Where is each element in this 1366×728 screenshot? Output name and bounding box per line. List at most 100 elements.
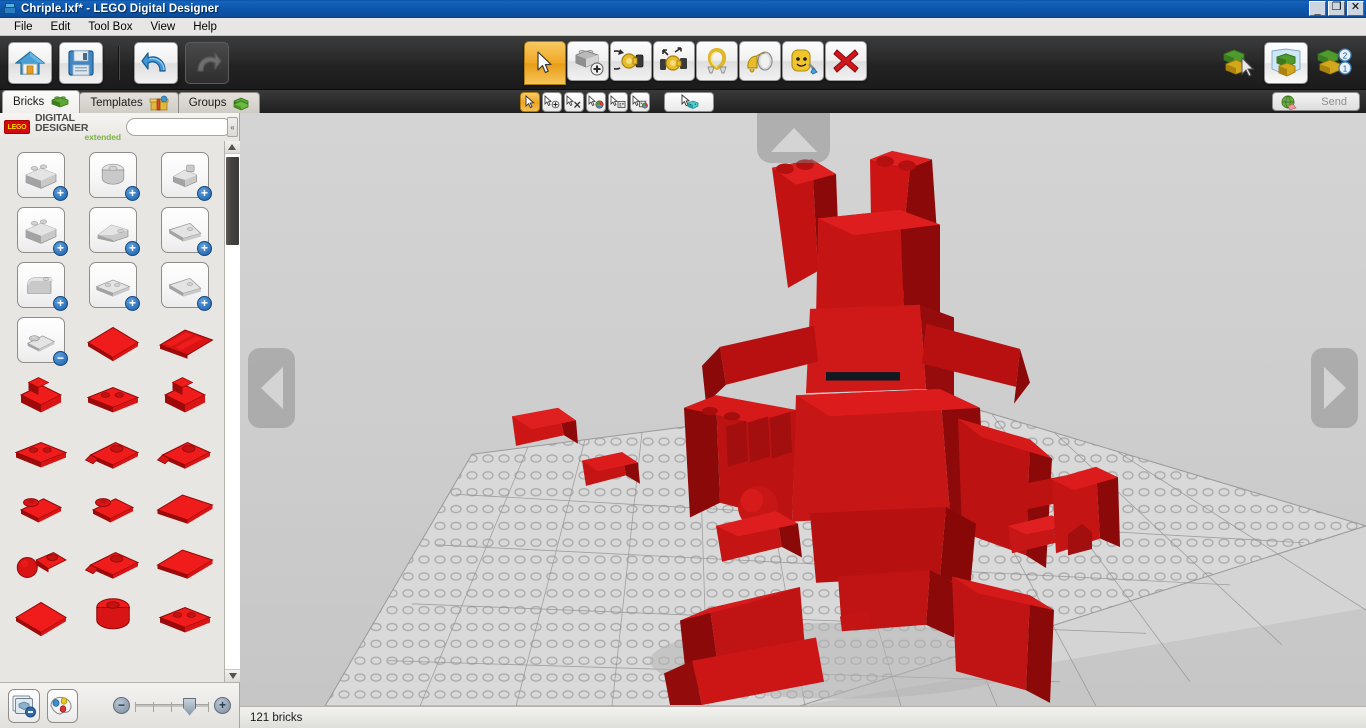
- tab-bricks[interactable]: Bricks: [2, 90, 81, 113]
- badge-label: −: [56, 350, 64, 365]
- add-badge[interactable]: +: [125, 186, 140, 201]
- triangle-left-icon: [260, 367, 283, 409]
- brick-category-hinge-open[interactable]: −: [6, 314, 76, 366]
- zoom-slider-track[interactable]: [135, 697, 209, 716]
- brick-red-clip-plate[interactable]: [78, 424, 148, 476]
- home-button[interactable]: [8, 41, 52, 84]
- clone-tool[interactable]: [567, 40, 609, 81]
- red-ball-joint: [16, 552, 67, 578]
- save-button[interactable]: [59, 41, 103, 84]
- collapse-panel-button[interactable]: «: [227, 117, 238, 137]
- select-same-color-tool[interactable]: [586, 92, 606, 112]
- rotate-left-button[interactable]: [248, 348, 295, 428]
- search-input[interactable]: [126, 118, 232, 136]
- brick-sidebar: LEGO DIGITAL DESIGNER extended « + + + +…: [0, 113, 240, 728]
- close-button[interactable]: ✕: [1347, 1, 1364, 16]
- select-single-tool[interactable]: [520, 92, 540, 112]
- paint-tool[interactable]: [739, 40, 781, 81]
- brick-category-special[interactable]: +: [150, 149, 220, 201]
- brick-red-plate-6x6[interactable]: [6, 589, 76, 641]
- delete-tool[interactable]: [825, 40, 867, 81]
- decorate-tool[interactable]: [782, 40, 824, 81]
- brick-red-hinge-plate[interactable]: [6, 479, 76, 531]
- brick-red-socket-plate[interactable]: [78, 534, 148, 586]
- brick-red-bracket-2[interactable]: [150, 369, 220, 421]
- brick-category-curved[interactable]: +: [6, 259, 76, 311]
- brick-red-hinge-plate-2[interactable]: [78, 479, 148, 531]
- scroll-up-arrow[interactable]: [224, 141, 240, 154]
- brick-red-bracket[interactable]: [6, 369, 76, 421]
- main-toolbar: 2 1: [0, 36, 1366, 90]
- palette-scrollbar[interactable]: [224, 141, 240, 682]
- brick-category-wedge-plate[interactable]: +: [150, 259, 220, 311]
- select-all-tool[interactable]: [664, 92, 714, 112]
- menu-file[interactable]: File: [6, 20, 41, 34]
- scroll-down-arrow[interactable]: [225, 669, 240, 682]
- add-badge[interactable]: +: [197, 186, 212, 201]
- undo-arrow-icon: [141, 51, 166, 72]
- add-badge[interactable]: +: [53, 296, 68, 311]
- hinge-align-tool[interactable]: [696, 40, 738, 81]
- menu-tool-box[interactable]: Tool Box: [80, 20, 140, 34]
- brick-red-ball-joint[interactable]: [6, 534, 76, 586]
- menu-view[interactable]: View: [142, 20, 183, 34]
- floppy-disk-icon: [68, 49, 94, 76]
- zoom-in-button[interactable]: +: [214, 697, 231, 714]
- hide-bricks-button[interactable]: [8, 688, 40, 723]
- brick-red-plate-1x4[interactable]: [150, 479, 220, 531]
- scrollbar-thumb[interactable]: [226, 157, 239, 245]
- guide-mode-button[interactable]: 2 1: [1312, 42, 1356, 84]
- add-badge[interactable]: +: [53, 241, 68, 256]
- remove-badge[interactable]: −: [53, 351, 68, 366]
- 3d-viewport[interactable]: [240, 113, 1366, 706]
- brand-text: DIGITAL DESIGNER extended: [35, 113, 121, 142]
- application-window: Chriple.lxf* - LEGO Digital Designer _ ❐…: [0, 0, 1366, 728]
- brick-red-grille[interactable]: [150, 314, 220, 366]
- window-controls: _ ❐ ✕: [1309, 1, 1364, 16]
- select-shape-color-tool[interactable]: [630, 92, 650, 112]
- flex-tool[interactable]: [653, 40, 695, 81]
- rotate-up-button[interactable]: [757, 113, 830, 163]
- brand-title: DIGITAL DESIGNER: [35, 111, 89, 135]
- hinge-tool[interactable]: [610, 40, 652, 81]
- brick-red-modified-plate[interactable]: [150, 589, 220, 641]
- zoom-out-button[interactable]: −: [113, 697, 130, 714]
- add-badge[interactable]: +: [53, 186, 68, 201]
- brick-red-round-plate[interactable]: [78, 589, 148, 641]
- menu-edit[interactable]: Edit: [43, 20, 79, 34]
- color-palette-button[interactable]: [46, 688, 78, 723]
- brick-category-wedge[interactable]: +: [150, 204, 220, 256]
- minimize-button[interactable]: _: [1309, 1, 1326, 16]
- brick-category-round[interactable]: +: [78, 149, 148, 201]
- zoom-slider-thumb[interactable]: [183, 697, 197, 716]
- red-modified-plate: [158, 606, 212, 633]
- brick-red-plate-4x4[interactable]: [78, 314, 148, 366]
- add-badge[interactable]: +: [125, 241, 140, 256]
- brick-red-clip-plate-2[interactable]: [150, 424, 220, 476]
- build-mode-button[interactable]: [1216, 42, 1260, 84]
- selection-subtoolbar: [520, 92, 714, 112]
- brick-red-plate-2x4b[interactable]: [6, 424, 76, 476]
- palette-box: +: [17, 262, 68, 311]
- select-connected-tool[interactable]: [564, 92, 584, 112]
- menu-help[interactable]: Help: [185, 20, 225, 34]
- add-badge[interactable]: +: [197, 241, 212, 256]
- brick-category-slope[interactable]: +: [78, 204, 148, 256]
- add-badge[interactable]: +: [197, 296, 212, 311]
- tab-templates[interactable]: Templates: [79, 92, 179, 113]
- brick-category-1x4[interactable]: +: [6, 204, 76, 256]
- view-mode-button[interactable]: [1264, 41, 1308, 84]
- brick-category-2x4[interactable]: +: [6, 149, 76, 201]
- undo-button[interactable]: [134, 41, 178, 84]
- maximize-button[interactable]: ❐: [1328, 1, 1345, 16]
- select-add-tool[interactable]: [542, 92, 562, 112]
- select-tool[interactable]: [524, 40, 566, 85]
- brick-red-plate-1x6[interactable]: [150, 534, 220, 586]
- select-same-shape-tool[interactable]: [608, 92, 628, 112]
- add-badge[interactable]: +: [125, 296, 140, 311]
- brick-red-plate-2x4[interactable]: [78, 369, 148, 421]
- brick-category-plate-2x2[interactable]: +: [78, 259, 148, 311]
- tab-groups[interactable]: Groups: [177, 92, 261, 113]
- send-button[interactable]: Send: [1272, 92, 1360, 111]
- rotate-right-button[interactable]: [1311, 348, 1358, 428]
